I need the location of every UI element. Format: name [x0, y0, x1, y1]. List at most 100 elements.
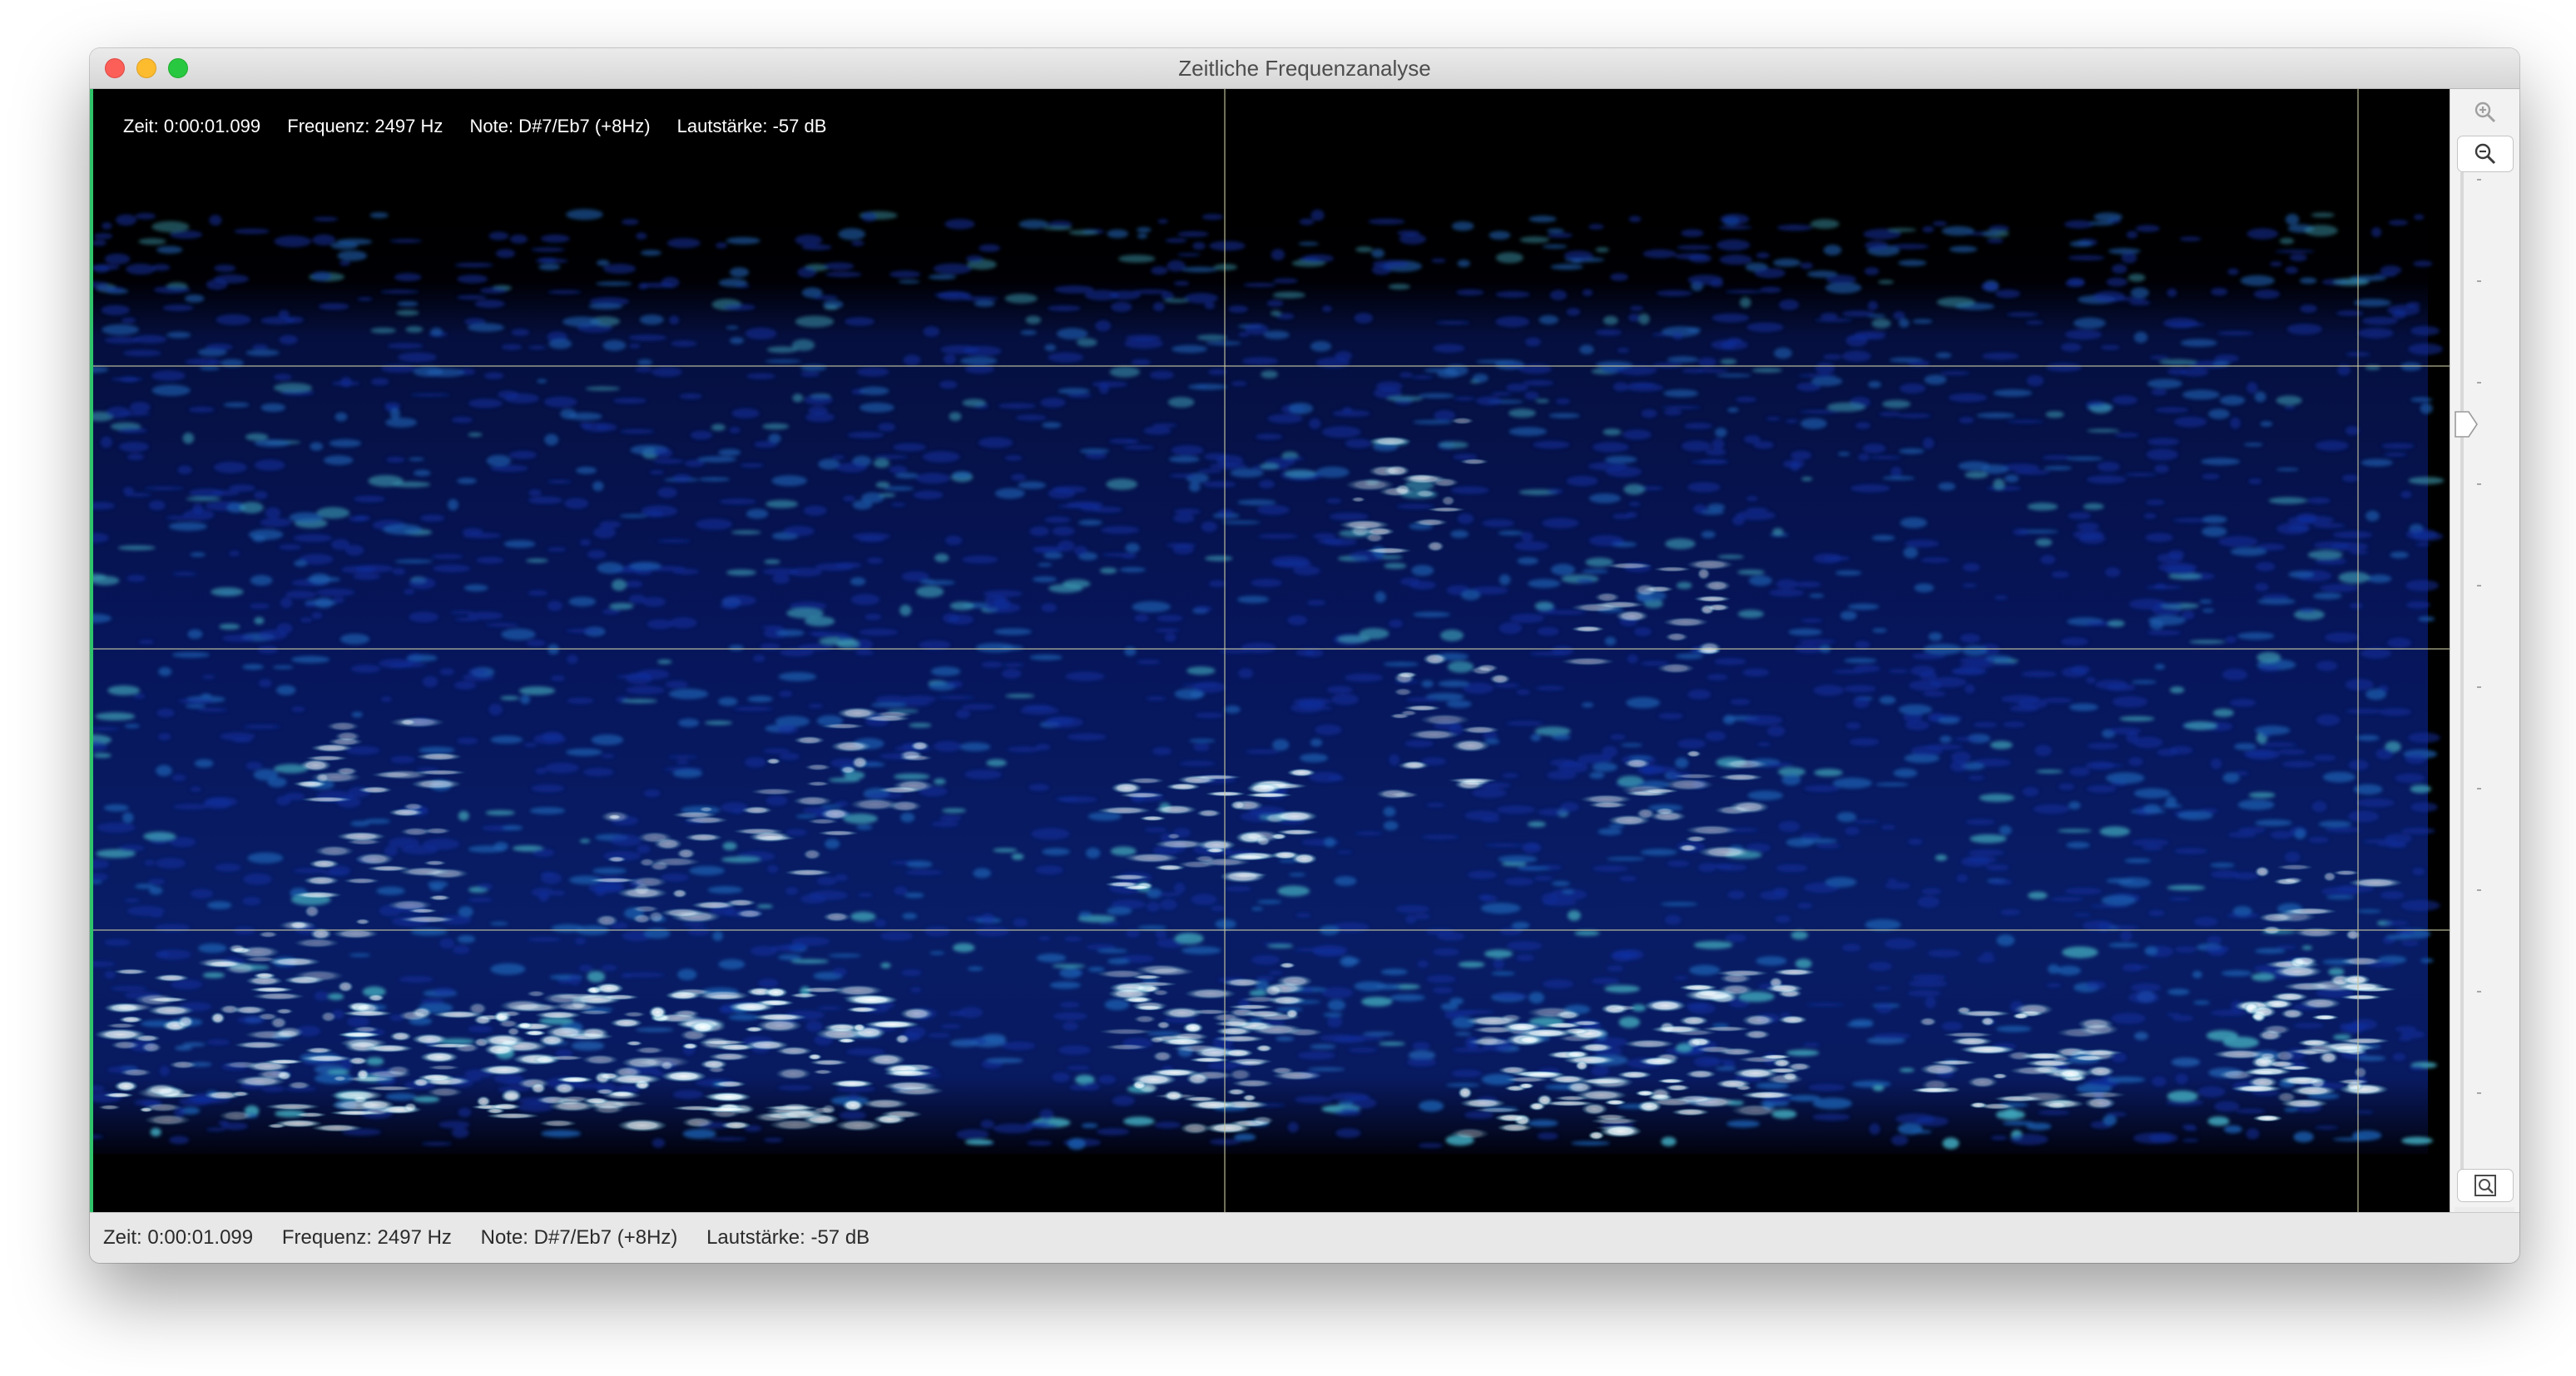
spectrogram-noise-cell	[528, 590, 548, 596]
spectrogram-noise-cell	[245, 349, 280, 356]
analysis-window: Zeitliche Frequenzanalyse Zeit: 0:00:01.…	[90, 48, 2519, 1263]
spectrogram-noise-cell	[2345, 679, 2374, 690]
spectrogram-view[interactable]: Zeit: 0:00:01.099 Frequenz: 2497 Hz Note…	[90, 89, 2450, 1212]
spectrogram-noise-cell	[392, 567, 406, 576]
spectrogram-energy-cell	[2321, 1042, 2372, 1052]
spectrogram-energy-cell	[775, 1046, 813, 1056]
spectrogram-noise-cell	[1781, 774, 1801, 785]
spectrogram-energy-cell	[1518, 1028, 1574, 1038]
spectrogram-noise-cell	[815, 562, 855, 572]
zoom-out-button[interactable]	[2457, 136, 2514, 172]
spectrogram-noise-cell	[1846, 1022, 1874, 1028]
spectrogram-noise-cell	[1426, 803, 1446, 808]
spectrogram-noise-cell	[528, 345, 547, 350]
spectrogram-noise-cell	[1952, 668, 1988, 674]
spectrogram-noise-cell	[2130, 983, 2162, 992]
spectrogram-noise-cell	[253, 769, 279, 781]
spectrogram-noise-cell	[279, 334, 298, 345]
zoom-in-button[interactable]	[2457, 94, 2514, 131]
spectrogram-noise-cell	[646, 619, 673, 630]
spectrogram-noise-cell	[1206, 341, 1241, 345]
spectrogram-noise-cell	[1336, 850, 1353, 854]
spectrogram-energy-cell	[2254, 866, 2271, 878]
spectrogram-noise-cell	[1354, 313, 1374, 324]
spectrogram-noise-cell	[339, 260, 350, 266]
spectrogram-noise-cell	[1524, 391, 1539, 400]
spectrogram-noise-cell	[1602, 745, 1617, 758]
spectrogram-noise-cell	[366, 1057, 384, 1066]
spectrogram-energy-cell	[1267, 995, 1307, 1006]
spectrogram-noise-cell	[479, 287, 508, 295]
spectrogram-noise-cell	[656, 487, 678, 498]
spectrogram-noise-cell	[1588, 224, 1604, 230]
spectrogram-noise-cell	[639, 314, 664, 325]
spectrogram-noise-cell	[2316, 661, 2338, 671]
spectrogram-noise-cell	[336, 238, 373, 245]
spectrogram-noise-cell	[789, 567, 823, 577]
spectrogram-noise-cell	[1031, 828, 1070, 840]
spectrogram-noise-cell	[2167, 884, 2206, 891]
spectrogram-noise-cell	[795, 814, 817, 819]
zoom-slider-knob[interactable]	[2454, 410, 2479, 438]
spectrogram-noise-cell	[2361, 316, 2398, 325]
spectrogram-energy-cell	[1564, 1050, 1590, 1059]
spectrogram-energy-cell	[94, 1028, 146, 1041]
spectrogram-noise-cell	[1284, 469, 1317, 478]
spectrogram-energy-cell	[846, 1006, 879, 1013]
spectrogram-noise-cell	[2168, 897, 2192, 901]
spectrogram-noise-cell	[1209, 240, 1246, 251]
spectrogram-noise-cell	[980, 1120, 994, 1129]
spectrogram-noise-cell	[2095, 680, 2128, 690]
spectrogram-energy-cell	[741, 806, 773, 814]
spectrogram-energy-cell	[1607, 814, 1652, 826]
spectrogram-noise-cell	[2307, 550, 2343, 560]
spectrogram-noise-cell	[1707, 503, 1726, 511]
spectrogram-noise-cell	[1979, 794, 2014, 802]
spectrogram-noise-cell	[924, 926, 950, 937]
zoom-fit-button[interactable]	[2457, 1169, 2514, 1202]
spectrogram-energy-cell	[712, 1080, 746, 1088]
spectrogram-noise-cell	[394, 559, 433, 564]
spectrogram-noise-cell	[1506, 941, 1543, 951]
zoom-slider-track[interactable]	[2460, 172, 2464, 1195]
spectrogram-noise-cell	[243, 725, 281, 729]
spectrogram-noise-cell	[1748, 575, 1772, 587]
spectrogram-noise-cell	[964, 1139, 993, 1146]
spectrogram-energy-cell	[273, 1028, 302, 1039]
spectrogram-noise-cell	[961, 704, 997, 710]
zoom-slider-tick	[2477, 585, 2481, 587]
spectrogram-energy-cell	[1571, 626, 1605, 632]
spectrogram-noise-cell	[1797, 374, 1837, 378]
spectrogram-noise-cell	[1011, 853, 1024, 860]
spectrogram-noise-cell	[1715, 1067, 1736, 1071]
spectrogram-noise-cell	[880, 963, 891, 968]
spectrogram-energy-cell	[582, 1097, 610, 1105]
spectrogram-energy-cell	[1440, 495, 1456, 507]
spectrogram-noise-cell	[1622, 429, 1652, 440]
spectrogram-energy-cell	[315, 772, 329, 784]
spectrogram-noise-cell	[560, 408, 577, 419]
spectrogram-noise-cell	[1455, 289, 1484, 296]
spectrogram-noise-cell	[229, 551, 240, 557]
spectrogram-noise-cell	[568, 596, 597, 606]
spectrogram-noise-cell	[1687, 482, 1721, 492]
spectrogram-noise-cell	[520, 695, 531, 705]
spectrogram-noise-cell	[1293, 566, 1320, 576]
spectrogram-noise-cell	[468, 611, 503, 620]
spectrogram-noise-cell	[198, 943, 227, 953]
spectrogram-noise-cell	[300, 617, 313, 623]
spectrogram-noise-cell	[856, 824, 873, 830]
title-bar[interactable]: Zeitliche Frequenzanalyse	[90, 48, 2519, 89]
spectrogram-noise-cell	[162, 304, 194, 312]
spectrogram-noise-cell	[1606, 857, 1646, 861]
spectrogram-energy-cell	[650, 857, 701, 867]
spectrogram-energy-cell	[354, 852, 394, 866]
spectrogram-noise-cell	[1078, 911, 1092, 918]
spectrogram-noise-cell	[1131, 359, 1152, 366]
spectrogram-noise-cell	[2167, 550, 2185, 559]
spectrogram-canvas[interactable]	[90, 89, 2450, 1212]
spectrogram-noise-cell	[1551, 563, 1575, 576]
spectrogram-noise-cell	[1174, 933, 1204, 944]
spectrogram-energy-cell	[1400, 473, 1447, 484]
spectrogram-energy-cell	[1097, 806, 1152, 815]
